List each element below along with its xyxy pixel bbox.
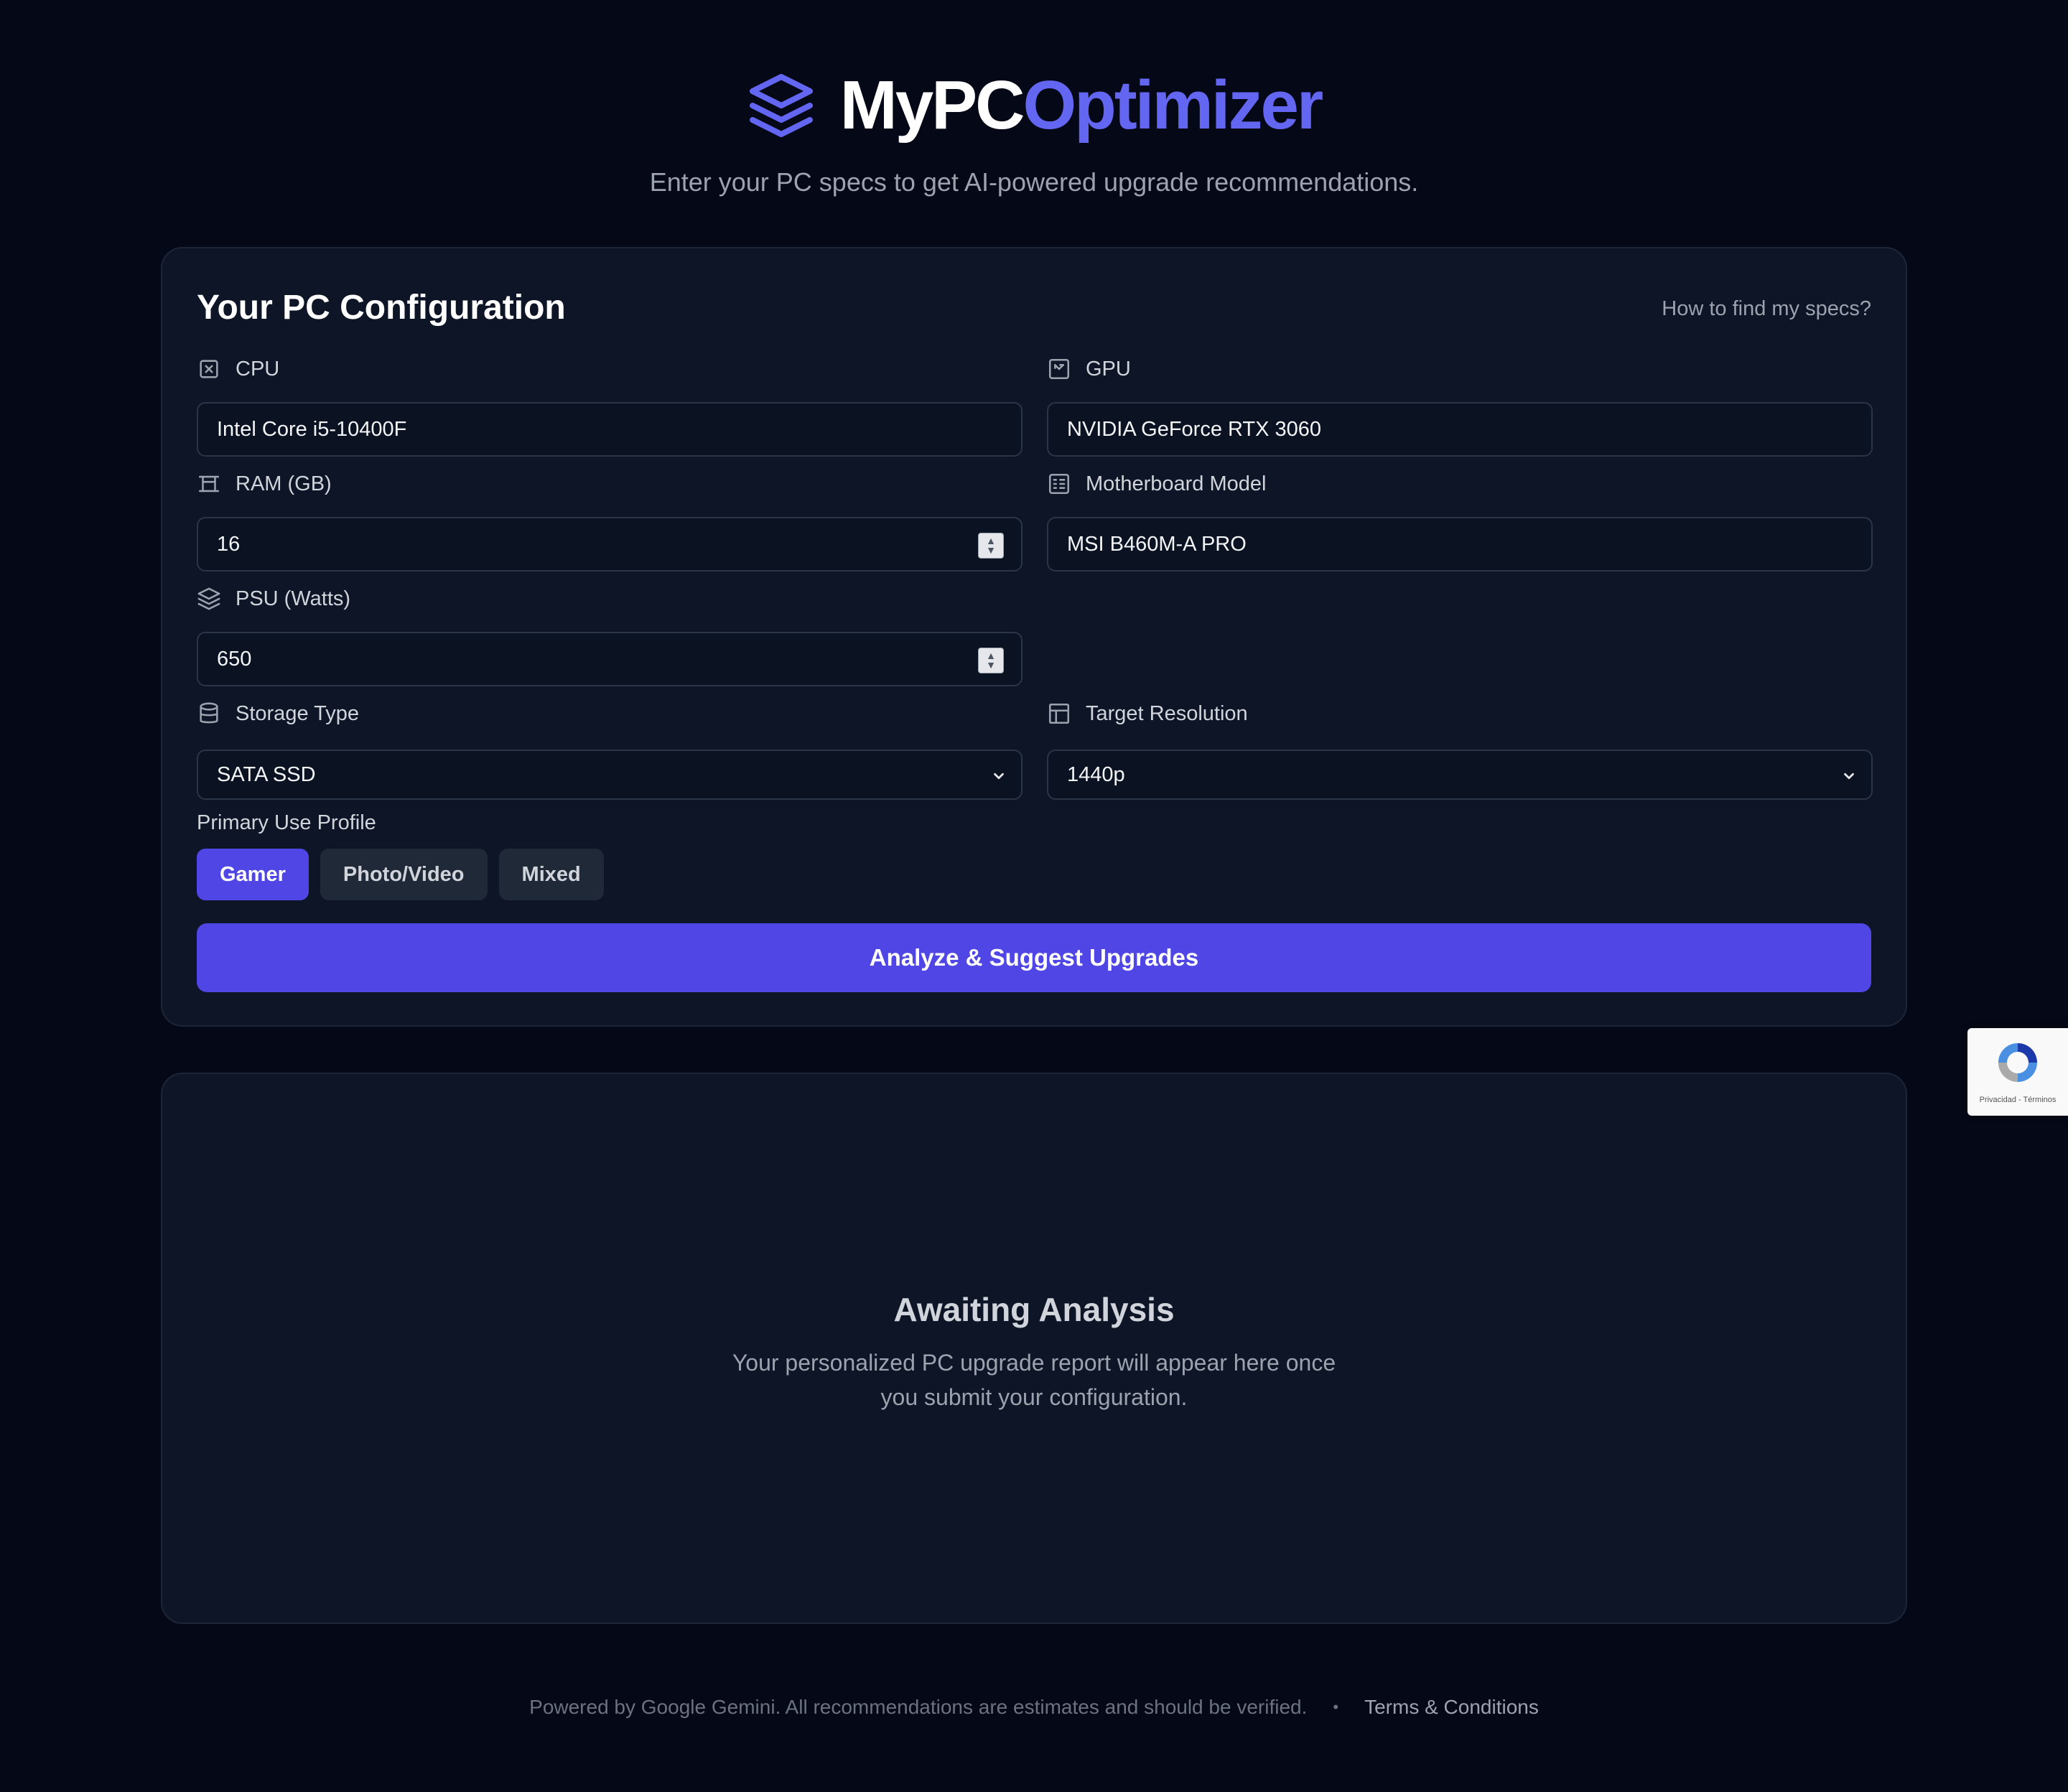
ram-field: RAM (GB) 16 ▲ ▼ — [197, 470, 1023, 571]
motherboard-input-value: MSI B460M-A PRO — [1067, 532, 1247, 556]
storage-label-text: Storage Type — [236, 701, 359, 725]
database-icon — [200, 702, 218, 724]
page: MyPCOptimizer Enter your PC specs to get… — [0, 0, 2068, 1792]
chevron-down-icon[interactable] — [991, 768, 1007, 784]
resolution-select[interactable]: 1440p — [1047, 750, 1873, 800]
analyze-button[interactable]: Analyze & Suggest Upgrades — [197, 923, 1871, 992]
footer-separator: • — [1333, 1698, 1339, 1716]
cpu-icon — [200, 360, 218, 378]
recaptcha-badge[interactable]: Privacidad - Términos — [1967, 1028, 2068, 1116]
storage-select-value: SATA SSD — [217, 762, 316, 786]
gpu-input[interactable]: NVIDIA GeForce RTX 3060 — [1047, 402, 1873, 457]
psu-stepper[interactable]: ▲ ▼ — [978, 648, 1004, 673]
resolution-field: Target Resolution 1440p — [1047, 699, 1873, 800]
motherboard-field: Motherboard Model MSI B460M-A PRO — [1047, 470, 1873, 571]
ram-input-value: 16 — [217, 532, 241, 556]
chevron-down-icon[interactable]: ▼ — [986, 660, 996, 670]
awaiting-text: Your personalized PC upgrade report will… — [732, 1350, 1336, 1410]
recaptcha-links[interactable]: Privacidad - Términos — [1967, 1096, 2068, 1104]
profile-toggle-group: Gamer Photo/Video Mixed — [197, 849, 604, 900]
results-card: Awaiting Analysis Your personalized PC u… — [161, 1073, 1907, 1624]
resolution-select-value: 1440p — [1067, 762, 1125, 786]
layout-grid-icon — [1048, 703, 1070, 724]
brand-title-part2: Optimizer — [1023, 67, 1323, 144]
ram-stepper[interactable]: ▲ ▼ — [978, 533, 1004, 559]
profile-mixed-button[interactable]: Mixed — [498, 849, 604, 900]
chevron-down-icon[interactable] — [1841, 768, 1857, 784]
brand-title: MyPCOptimizer — [839, 66, 1323, 145]
profile-label: Primary Use Profile — [197, 811, 376, 834]
find-specs-link[interactable]: How to find my specs? — [1662, 296, 1871, 322]
psu-input[interactable]: 650 ▲ ▼ — [197, 632, 1023, 686]
psu-label-text: PSU (Watts) — [236, 587, 351, 610]
brand-title-part1: MyPC — [839, 67, 1025, 144]
gpu-input-value: NVIDIA GeForce RTX 3060 — [1067, 417, 1322, 441]
awaiting-title: Awaiting Analysis — [893, 1291, 1175, 1328]
gpu-field: GPU NVIDIA GeForce RTX 3060 — [1047, 355, 1873, 457]
motherboard-label-text: Motherboard Model — [1086, 472, 1267, 495]
motherboard-input[interactable]: MSI B460M-A PRO — [1047, 517, 1873, 571]
cpu-label: CPU — [197, 355, 1023, 383]
gpu-label-text: GPU — [1086, 357, 1131, 381]
cpu-field: CPU Intel Core i5-10400F — [197, 355, 1023, 457]
cpu-input-value: Intel Core i5-10400F — [217, 417, 407, 441]
ram-icon — [198, 475, 220, 493]
psu-input-value: 650 — [217, 647, 252, 671]
psu-layers-icon — [197, 587, 220, 610]
chevron-down-icon[interactable]: ▼ — [986, 545, 996, 555]
psu-label: PSU (Watts) — [197, 584, 1023, 613]
cpu-input[interactable]: Intel Core i5-10400F — [197, 402, 1023, 457]
recaptcha-icon — [1998, 1043, 2037, 1082]
footer: Powered by Google Gemini. All recommenda… — [0, 1693, 2068, 1722]
page-subtitle: Enter your PC specs to get AI-powered up… — [649, 167, 1419, 197]
footer-text: Powered by Google Gemini. All recommenda… — [529, 1696, 1308, 1718]
resolution-label-text: Target Resolution — [1086, 701, 1248, 725]
ram-label: RAM (GB) — [197, 470, 1023, 498]
resolution-label: Target Resolution — [1047, 699, 1873, 728]
storage-field: Storage Type SATA SSD — [197, 699, 1023, 800]
psu-field: PSU (Watts) 650 ▲ ▼ — [197, 584, 1023, 686]
ram-label-text: RAM (GB) — [236, 472, 332, 495]
cpu-label-text: CPU — [236, 357, 280, 381]
config-title: Your PC Configuration — [197, 289, 566, 327]
motherboard-icon — [1048, 473, 1070, 495]
terms-link[interactable]: Terms & Conditions — [1364, 1693, 1539, 1722]
motherboard-label: Motherboard Model — [1047, 470, 1873, 498]
ram-input[interactable]: 16 ▲ ▼ — [197, 517, 1023, 571]
storage-label: Storage Type — [197, 699, 1023, 728]
gpu-icon — [1048, 358, 1070, 380]
layers-logo-icon — [749, 74, 813, 137]
storage-select[interactable]: SATA SSD — [197, 750, 1023, 800]
profile-gamer-button[interactable]: Gamer — [197, 849, 309, 900]
profile-photo-video-button[interactable]: Photo/Video — [320, 849, 488, 900]
brand: MyPCOptimizer — [747, 66, 1323, 145]
config-card: Your PC Configuration How to find my spe… — [161, 247, 1907, 1027]
gpu-label: GPU — [1047, 355, 1873, 383]
header: MyPCOptimizer Enter your PC specs to get… — [0, 66, 2068, 198]
